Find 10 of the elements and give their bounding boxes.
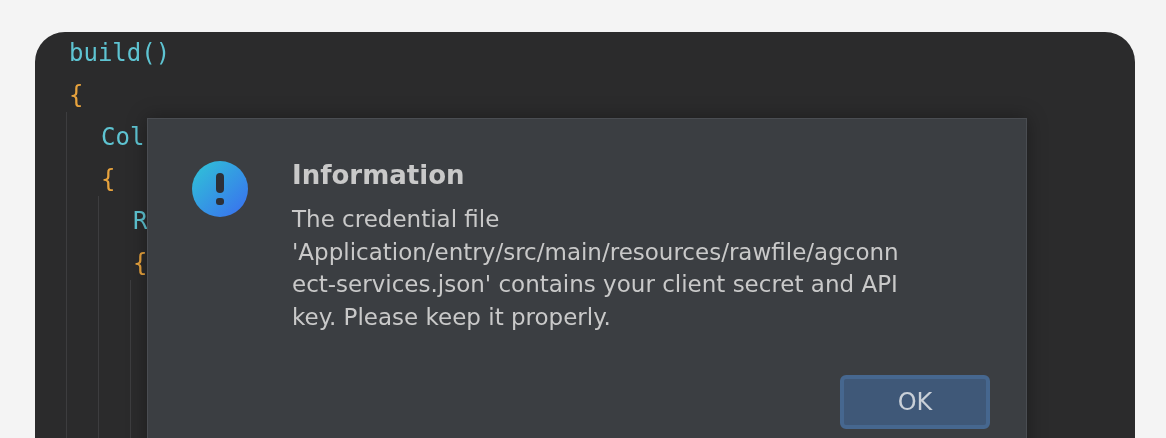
code-text: build() <box>69 39 171 67</box>
code-text: { <box>133 249 148 277</box>
code-text: Col <box>101 123 145 151</box>
code-text: { <box>101 165 116 193</box>
dialog-title: Information <box>292 159 466 192</box>
dialog-message: The credential file 'Application/entry/src/main/resources/rawfile/agconn ect-services.json' contains your client secret and API key. Please keep it properly. <box>292 205 900 332</box>
code-text: R <box>133 207 148 235</box>
exclamation-icon <box>192 161 248 217</box>
code-text: { <box>69 81 84 109</box>
ok-button[interactable]: OK <box>840 375 990 429</box>
